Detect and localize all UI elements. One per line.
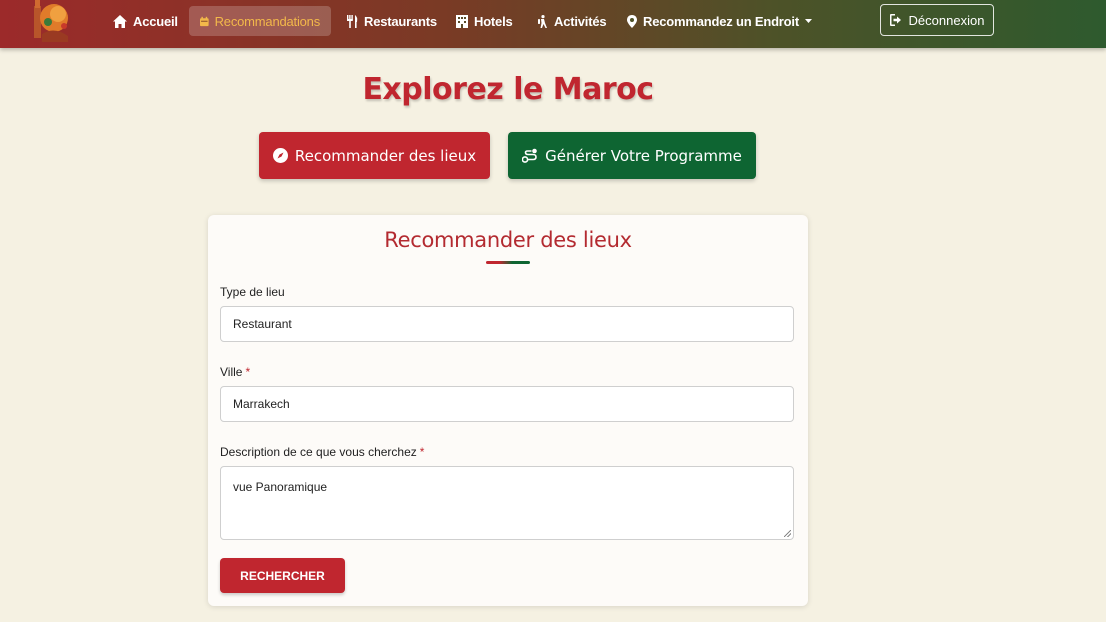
type-select[interactable]: Restaurant (220, 306, 794, 342)
nav-recommandez-dropdown[interactable]: Recommandez un Endroit (627, 6, 812, 36)
title-underline (486, 261, 530, 264)
nav-accueil-label: Accueil (133, 13, 178, 29)
nav-hotels-label: Hotels (474, 13, 513, 29)
nav-activites[interactable]: Activités (537, 6, 607, 36)
home-icon (113, 14, 127, 28)
nav-restaurants[interactable]: Restaurants (347, 6, 437, 36)
page-title: Explorez le Maroc (362, 72, 654, 107)
description-textarea[interactable]: vue Panoramique (220, 466, 794, 540)
required-mark: * (419, 445, 425, 459)
recommend-form-card: Recommander des lieux Type de lieu Resta… (208, 215, 808, 606)
nav-recommandations-label: Recommandations (214, 13, 321, 29)
nav-hotels[interactable]: Hotels (456, 6, 513, 36)
generate-program-label: Générer Votre Programme (545, 146, 742, 165)
type-value: Restaurant (233, 317, 292, 331)
city-label-text: Ville (220, 365, 243, 379)
nav-recommandez-label: Recommandez un Endroit (643, 13, 799, 29)
nav-restaurants-label: Restaurants (364, 13, 437, 29)
form-title: Recommander des lieux (384, 228, 632, 252)
person-hiking-icon (538, 14, 547, 28)
generate-program-button[interactable]: Générer Votre Programme (508, 132, 756, 179)
logout-label: Déconnexion (908, 12, 985, 28)
recommend-places-button[interactable]: Recommander des lieux (259, 132, 490, 179)
description-label-text: Description de ce que vous cherchez (220, 445, 417, 459)
route-icon (522, 148, 537, 163)
resize-handle[interactable] (784, 530, 791, 537)
nav-activites-label: Activités (554, 13, 607, 29)
navbar: Accueil Recommandations Restaurants Hote… (0, 0, 1106, 48)
recommend-places-label: Recommander des lieux (294, 146, 477, 165)
city-input[interactable]: Marrakech (220, 386, 794, 422)
sign-out-icon (889, 14, 901, 26)
calendar-icon (200, 16, 209, 26)
description-label: Description de ce que vous cherchez * (220, 445, 424, 459)
required-mark: * (245, 365, 251, 379)
description-value: vue Panoramique (233, 480, 328, 494)
nav-accueil[interactable]: Accueil (113, 6, 178, 36)
logout-button[interactable]: Déconnexion (880, 4, 994, 36)
city-value: Marrakech (233, 397, 290, 411)
map-pin-icon (627, 14, 637, 28)
type-label: Type de lieu (220, 285, 285, 299)
search-button[interactable]: RECHERCHER (220, 558, 345, 593)
nav-recommandations[interactable]: Recommandations (189, 6, 331, 36)
caret-down-icon (804, 19, 812, 23)
building-icon (456, 14, 468, 28)
logo[interactable] (24, 0, 76, 46)
utensils-icon (347, 14, 358, 28)
compass-icon (272, 148, 288, 163)
type-label-text: Type de lieu (220, 285, 285, 299)
city-label: Ville * (220, 365, 250, 379)
